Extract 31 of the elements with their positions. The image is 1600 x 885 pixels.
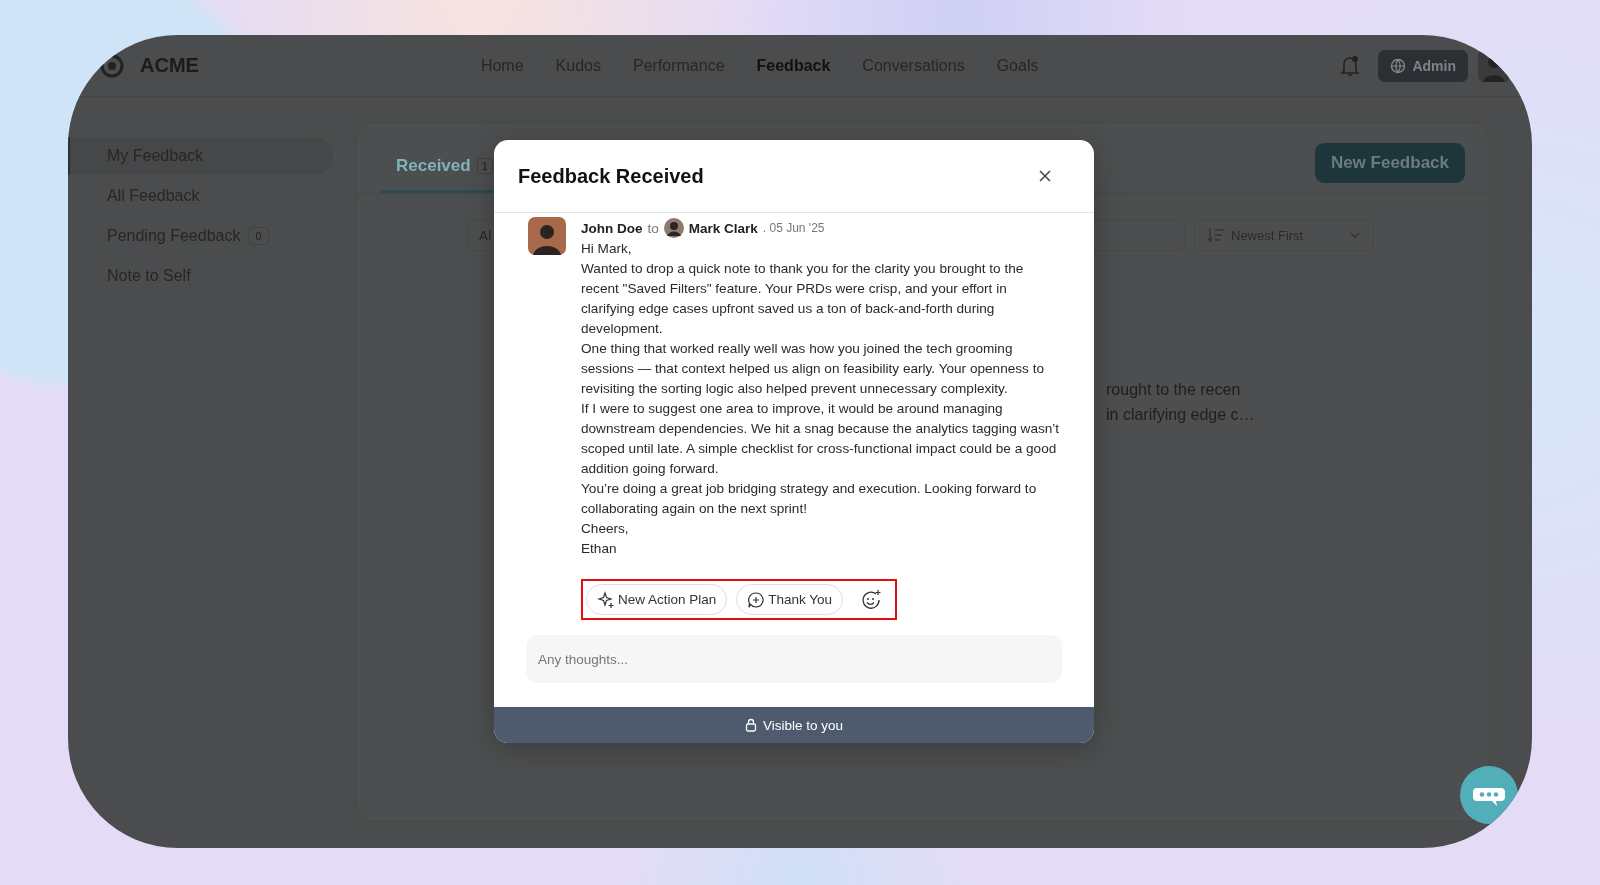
- chat-button[interactable]: [1460, 766, 1518, 824]
- lock-icon: [744, 718, 757, 732]
- avatar-silhouette: [528, 217, 566, 255]
- close-icon[interactable]: [1038, 169, 1052, 183]
- message-paragraph: You’re doing a great job bridging strategy and execution. Looking forward to collaborating again on the next sprint!: [581, 480, 1038, 518]
- connector-text: to: [647, 220, 659, 236]
- sort-icon: [1207, 227, 1225, 243]
- reply-field[interactable]: Any thoughts...: [526, 635, 1062, 683]
- message-paragraph: One thing that worked really well was how you joined the tech grooming sessions — that context helped us align on feasibility early. Your openness to revisiting the sorting logic also helped prevent unnecessary complexity.: [581, 340, 1045, 398]
- nav-link[interactable]: Feedback: [756, 56, 831, 75]
- recipient-name: Mark Clark: [688, 220, 758, 236]
- thank-you-button[interactable]: Thank You: [736, 584, 844, 615]
- recipient-avatar: [663, 218, 684, 238]
- message-paragraph: Ethan: [581, 540, 618, 558]
- author-name: John Doe: [581, 220, 643, 236]
- message-paragraph: Hi Mark,: [581, 240, 633, 258]
- feedback-date: . 05 Jun '25: [762, 221, 825, 235]
- admin-button[interactable]: Admin: [1378, 49, 1468, 82]
- new-action-plan-button[interactable]: New Action Plan: [586, 584, 728, 615]
- message-paragraph: Wanted to drop a quick note to thank you for the clarity you brought to the recent "Saved Filters" feature. Your PRDs were crisp, and your effort in clarifying edge cases upfront saved us a ton of back-and-forth during development.: [581, 260, 1025, 338]
- smiley-plus-icon[interactable]: [860, 588, 883, 611]
- chat-plus-icon: [747, 590, 766, 609]
- tab-label: Received: [396, 156, 471, 176]
- sparkle-plus-icon: [597, 590, 615, 609]
- chevron-down-icon: [1349, 231, 1361, 239]
- message-paragraph: If I were to suggest one area to improve, it would be around managing downstream dependencies. We hit a snag because the analytics tagging wasn’t scoped until late. A simple checklist for cross-functional impact could be a good addition going forward.: [581, 400, 1061, 478]
- new-feedback-button[interactable]: New Feedback: [1314, 143, 1465, 183]
- globe-icon: [1390, 57, 1407, 74]
- visibility-note: Visible to you: [762, 717, 844, 733]
- dialog-title: Feedback Received: [518, 164, 704, 188]
- message-paragraph: Cheers,: [581, 520, 630, 538]
